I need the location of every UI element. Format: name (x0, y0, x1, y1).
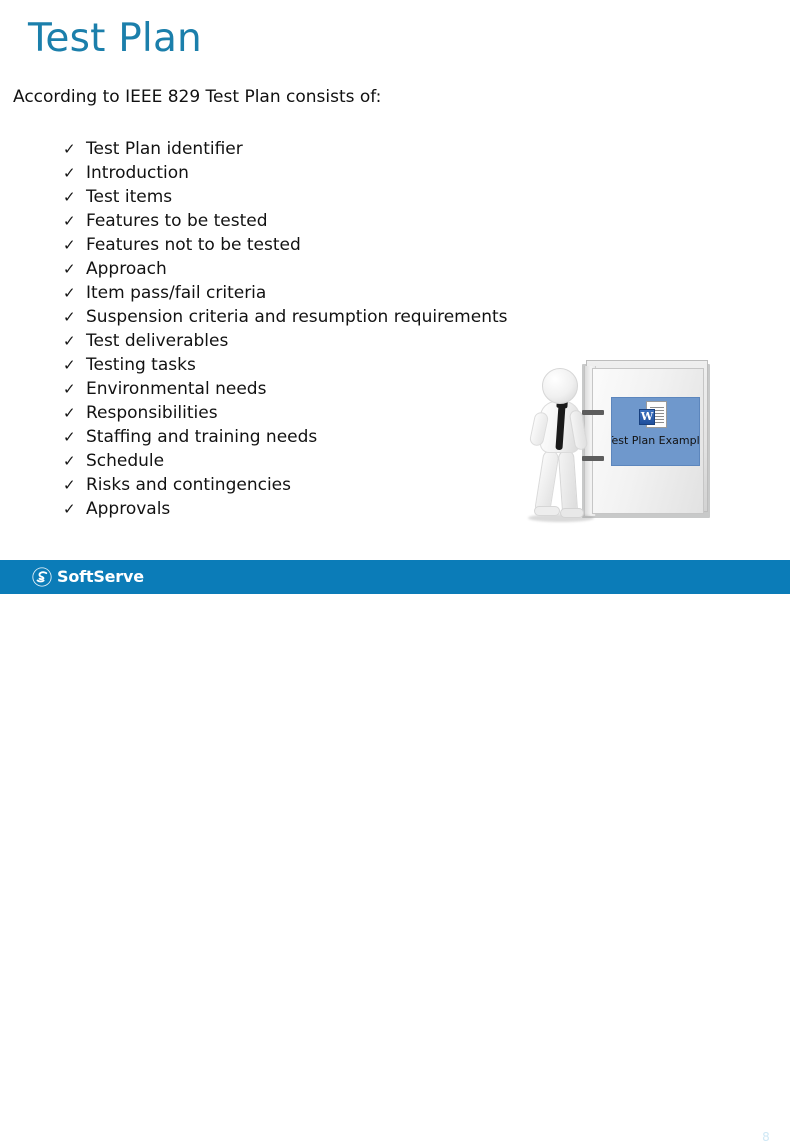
page-title: Test Plan (28, 16, 202, 61)
list-item: ✓ Test deliverables (63, 329, 703, 353)
check-icon: ✓ (63, 476, 76, 494)
list-item: ✓ Test Plan identifier (63, 137, 703, 161)
list-item-label: Features to be tested (86, 211, 268, 231)
illustration-graphic: W Test Plan Example (524, 356, 710, 522)
footer-bar: SoftServe Empowering your Business throu… (0, 560, 790, 1148)
list-item-label: Suspension criteria and resumption requi… (86, 307, 508, 327)
brand-name: SoftServe (57, 567, 144, 586)
list-item-label: Test deliverables (86, 331, 229, 351)
list-item: ✓ Suspension criteria and resumption requ… (63, 305, 703, 329)
tagline-line-2: through Software Development (148, 1137, 255, 1144)
figure-leg-left (534, 449, 560, 513)
person-figure (524, 368, 596, 522)
word-badge-icon: W (639, 409, 655, 425)
check-icon: ✓ (63, 308, 76, 326)
figure-leg-right (557, 449, 579, 515)
list-item: ✓ Introduction (63, 161, 703, 185)
brand-tagline: Empowering your Business through Softwar… (140, 1129, 255, 1145)
softserve-s-icon (32, 567, 52, 587)
list-item-label: Approvals (86, 499, 171, 519)
check-icon: ✓ (63, 356, 76, 374)
list-item-label: Responsibilities (86, 403, 218, 423)
embedded-document-object[interactable]: W Test Plan Example (611, 397, 700, 466)
check-icon: ✓ (63, 260, 76, 278)
list-item: ✓ Features to be tested (63, 209, 703, 233)
brand-logo: SoftServe (32, 566, 144, 588)
list-item-label: Approach (86, 259, 167, 279)
check-icon: ✓ (63, 452, 76, 470)
list-item-label: Schedule (86, 451, 165, 471)
check-icon: ✓ (63, 236, 76, 254)
check-icon: ✓ (63, 332, 76, 350)
figure-foot-right (560, 508, 584, 518)
check-icon: ✓ (63, 380, 76, 398)
list-item: ✓ Item pass/fail criteria (63, 281, 703, 305)
list-item: ✓ Test items (63, 185, 703, 209)
check-icon: ✓ (63, 212, 76, 230)
figure-head (542, 368, 578, 404)
check-icon: ✓ (63, 500, 76, 518)
check-icon: ✓ (63, 140, 76, 158)
list-item-label: Testing tasks (86, 355, 196, 375)
list-item-label: Features not to be tested (86, 235, 301, 255)
slide-canvas: Test Plan According to IEEE 829 Test Pla… (0, 0, 800, 1148)
list-item-label: Staffing and training needs (86, 427, 318, 447)
list-item-label: Test Plan identifier (86, 139, 243, 159)
intro-paragraph: According to IEEE 829 Test Plan consists… (13, 87, 382, 107)
check-icon: ✓ (63, 188, 76, 206)
check-icon: ✓ (63, 404, 76, 422)
check-icon: ✓ (63, 284, 76, 302)
list-item-label: Environmental needs (86, 379, 267, 399)
embedded-document-label: Test Plan Example (611, 434, 700, 447)
slide-number: 8 (762, 1130, 770, 1144)
check-icon: ✓ (63, 428, 76, 446)
tagline-line-1: Empowering your Business (140, 1129, 232, 1136)
list-item-label: Risks and contingencies (86, 475, 291, 495)
footer-divider (131, 1126, 132, 1148)
list-item: ✓ Approach (63, 257, 703, 281)
list-item: ✓ Features not to be tested (63, 233, 703, 257)
list-item-label: Test items (86, 187, 173, 207)
list-item-label: Item pass/fail criteria (86, 283, 267, 303)
check-icon: ✓ (63, 164, 76, 182)
figure-foot-left (534, 506, 560, 516)
word-document-icon: W (639, 401, 669, 429)
list-item-label: Introduction (86, 163, 189, 183)
